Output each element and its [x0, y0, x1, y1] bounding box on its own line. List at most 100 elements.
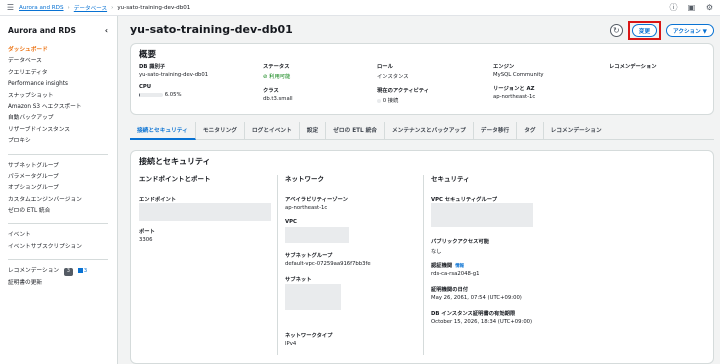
network-section-title: ネットワーク — [285, 175, 324, 183]
tab-maintenance[interactable]: メンテナンスとバックアップ — [385, 121, 474, 140]
endpoint-section-title: エンドポイントとポート — [139, 175, 211, 183]
tab-configuration[interactable]: 設定 — [300, 121, 327, 140]
sidebar-group-config: サブネットグループ パラメータグループ オプショングループ カスタムエンジンバー… — [8, 161, 117, 218]
status-label: ステータス — [263, 64, 290, 70]
info-square-icon — [77, 268, 83, 274]
public-access-label: パブリックアクセス可能 — [431, 239, 490, 245]
summary-col-2: ステータス ⊘ 利用可能 クラス db.t3.small — [263, 62, 293, 102]
sidebar-item-auto-backups[interactable]: 自動バックアップ — [8, 113, 117, 124]
sidebar-item-subnet-groups[interactable]: サブネットグループ — [8, 161, 117, 172]
tab-monitoring[interactable]: モニタリング — [196, 121, 245, 140]
sidebar-item-dashboard[interactable]: ダッシュボード — [8, 45, 117, 56]
public-access-value: なし — [431, 249, 442, 255]
modify-button[interactable]: 変更 — [631, 24, 658, 37]
sidebar-item-proxies[interactable]: プロキシ — [8, 136, 117, 147]
tab-zero-etl[interactable]: ゼロの ETL 統合 — [326, 121, 385, 140]
activity-bar — [377, 98, 381, 103]
az-value: ap-northeast-1c — [285, 205, 328, 211]
network-type-label: ネットワークタイプ — [285, 333, 333, 339]
menu-icon[interactable]: ☰ — [6, 3, 15, 12]
cpu-bar-fill — [139, 92, 141, 97]
breadcrumb-databases[interactable]: データベース — [74, 4, 107, 12]
vpc-value-redacted — [285, 227, 349, 243]
endpoint-label: エンドポイント — [139, 197, 177, 203]
actions-dropdown[interactable]: アクション ▼ — [666, 24, 714, 37]
network-type-value: IPv4 — [285, 341, 297, 347]
sidebar-item-cert-update[interactable]: 証明書の更新 — [8, 278, 117, 289]
sidebar-group-main: ダッシュボード データベース クエリエディタ Performance insig… — [8, 45, 117, 148]
sidebar-item-databases[interactable]: データベース — [8, 56, 117, 67]
column-divider — [423, 175, 424, 355]
activity-value: 0 接続 — [377, 96, 429, 104]
vpc-label: VPC — [285, 219, 297, 225]
sidebar-item-option-groups[interactable]: オプショングループ — [8, 183, 117, 194]
sidebar-item-performance-insights[interactable]: Performance insights — [8, 79, 117, 90]
subnet-group-label: サブネットグループ — [285, 253, 333, 259]
cpu-value: 6.05% — [164, 92, 182, 98]
ca-date-label: 証明機関の日付 — [431, 287, 469, 293]
tab-tags[interactable]: タグ — [517, 121, 544, 140]
sidebar-divider — [8, 259, 108, 261]
ca-info-link[interactable]: 情報 — [455, 264, 464, 269]
detail-tabs: 接続とセキュリティ モニタリング ログとイベント 設定 ゼロの ETL 統合 メ… — [130, 121, 714, 140]
sidebar-item-recommendations[interactable]: レコメンデーション 3 3 — [8, 266, 117, 277]
breadcrumb: Aurora and RDS › データベース › yu-sato-traini… — [19, 4, 190, 12]
sidebar-item-parameter-groups[interactable]: パラメータグループ — [8, 172, 117, 183]
engine-value: MySQL Community — [493, 72, 544, 78]
sidebar-item-snapshots[interactable]: スナップショット — [8, 91, 117, 102]
connectivity-card: 接続とセキュリティ エンドポイントとポート エンドポイント ポート 3306 ネ… — [130, 150, 714, 364]
header-buttons: ↻ 変更 アクション ▼ — [609, 21, 714, 40]
cpu-meter: 6.05% — [139, 92, 208, 98]
tab-connectivity[interactable]: 接続とセキュリティ — [130, 121, 196, 140]
activity-label: 現在のアクティビティ — [377, 88, 430, 94]
breadcrumb-aurora-rds[interactable]: Aurora and RDS — [19, 5, 64, 11]
top-bar: ☰ Aurora and RDS › データベース › yu-sato-trai… — [0, 0, 720, 16]
close-sidebar-icon[interactable]: ‹ — [105, 26, 108, 35]
sidebar-item-s3-export[interactable]: Amazon S3 へエクスポート — [8, 102, 117, 113]
summary-col-4: エンジン MySQL Community リージョンと AZ ap-northe… — [493, 62, 544, 100]
sidebar-item-custom-engine[interactable]: カスタムエンジンバージョン — [8, 195, 117, 206]
summary-col-1: DB 識別子 yu-sato-training-dev-db01 CPU 6.0… — [139, 62, 208, 98]
page-title: yu-sato-training-dev-db01 — [130, 23, 293, 36]
security-group-value-redacted — [431, 203, 533, 227]
sidebar-title: Aurora and RDS ‹ — [8, 26, 108, 35]
chevron-right-icon: › — [67, 4, 70, 11]
refresh-icon: ↻ — [612, 26, 620, 35]
tab-data-migration[interactable]: データ移行 — [474, 121, 518, 140]
sidebar-item-zero-etl[interactable]: ゼロの ETL 統合 — [8, 206, 117, 217]
subnet-label: サブネット — [285, 277, 312, 283]
recommendations-info-badge: 3 — [77, 266, 87, 277]
summary-title: 概要 — [139, 50, 157, 60]
sidebar-group-events: イベント イベントサブスクリプション — [8, 230, 117, 253]
ca-date-value: May 26, 2061, 07:54 (UTC+09:00) — [431, 295, 522, 301]
cert-expiry-value: October 15, 2026, 18:34 (UTC+09:00) — [431, 319, 533, 325]
security-group-label: VPC セキュリティグループ — [431, 197, 498, 203]
region-label: リージョンと AZ — [493, 86, 535, 92]
port-value: 3306 — [139, 237, 153, 243]
az-label: アベイラビリティーゾーン — [285, 197, 348, 203]
ca-label: 認証機関 情報 — [431, 263, 464, 269]
ca-value: rds-ca-rsa2048-g1 — [431, 271, 480, 277]
settings-icon[interactable]: ⚙ — [705, 3, 714, 12]
notifications-icon[interactable]: ▣ — [687, 3, 696, 12]
port-label: ポート — [139, 229, 155, 235]
sidebar-item-query-editor[interactable]: クエリエディタ — [8, 68, 117, 79]
cert-expiry-label: DB インスタンス証明書の有効期限 — [431, 311, 516, 317]
sidebar-item-reserved-instances[interactable]: リザーブドインスタンス — [8, 125, 117, 136]
subnet-value-redacted — [285, 284, 341, 310]
security-section-title: セキュリティ — [431, 175, 470, 183]
summary-card: 概要 DB 識別子 yu-sato-training-dev-db01 CPU … — [130, 43, 714, 115]
breadcrumb-current: yu-sato-training-dev-db01 — [117, 4, 191, 11]
class-label: クラス — [263, 88, 279, 94]
refresh-button[interactable]: ↻ — [609, 24, 623, 37]
info-circle-icon[interactable]: ⓘ — [669, 3, 678, 12]
class-value: db.t3.small — [263, 96, 293, 102]
chevron-right-icon: › — [111, 4, 114, 11]
check-circle-icon: ⊘ — [263, 74, 268, 80]
sidebar-item-event-subscriptions[interactable]: イベントサブスクリプション — [8, 242, 117, 253]
tab-logs-events[interactable]: ログとイベント — [245, 121, 300, 140]
subnet-group-value: default-vpc-07259aa916f7bb3fe — [285, 261, 371, 267]
tab-recommendations[interactable]: レコメンデーション — [544, 122, 609, 140]
region-value: ap-northeast-1c — [493, 94, 536, 100]
sidebar-item-events[interactable]: イベント — [8, 230, 117, 241]
